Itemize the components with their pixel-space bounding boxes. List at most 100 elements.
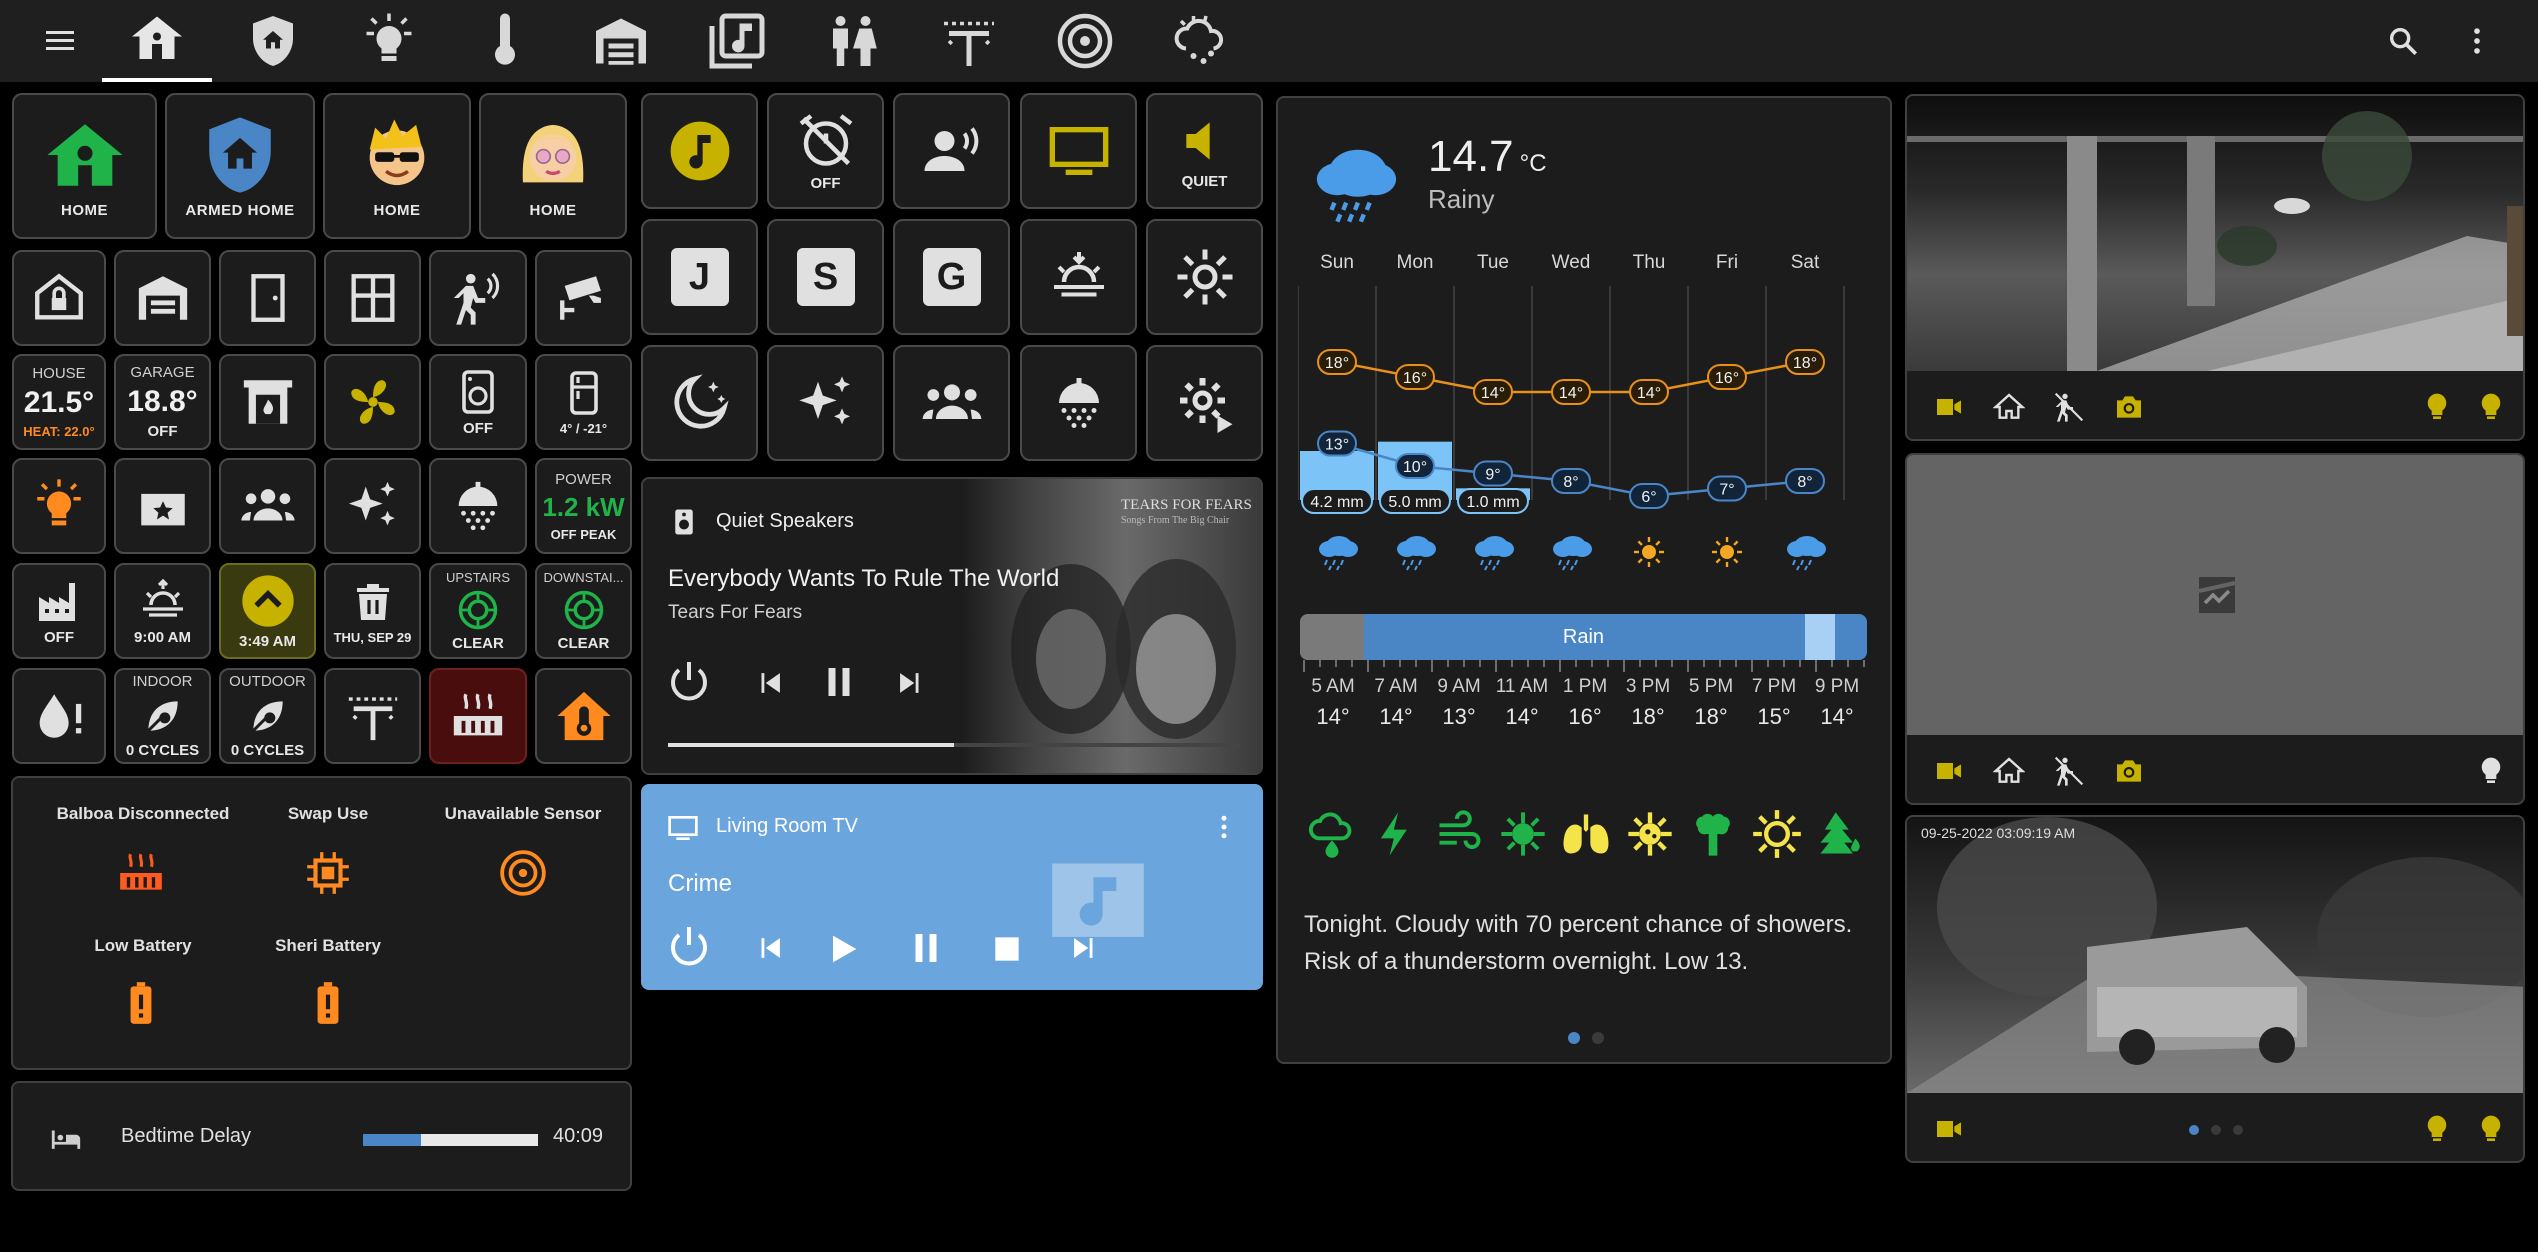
sparkle-scene-button[interactable] xyxy=(324,458,421,554)
tab-speakers[interactable] xyxy=(1030,0,1140,82)
brightness-button[interactable] xyxy=(1146,219,1263,335)
tab-people[interactable] xyxy=(798,0,908,82)
letter-j-button[interactable]: J xyxy=(641,219,758,335)
power-icon[interactable] xyxy=(665,658,713,706)
family-button[interactable] xyxy=(893,345,1010,461)
tv-button[interactable] xyxy=(1020,93,1137,209)
play-icon[interactable] xyxy=(823,929,863,969)
power-icon[interactable] xyxy=(665,923,713,971)
hot-tub-icon[interactable] xyxy=(116,848,166,898)
bedtime-progress-bar[interactable] xyxy=(363,1134,538,1146)
fireplace-button[interactable] xyxy=(219,354,316,450)
music-button[interactable] xyxy=(641,93,758,209)
indoor-irrigation-tile[interactable]: INDOOR 0 CYCLES xyxy=(114,668,211,764)
battery-alert-icon[interactable] xyxy=(116,978,166,1028)
camera-feed-driveway[interactable]: 09-25-2022 03:09:19 AM xyxy=(1907,817,2523,1093)
house-thermostat-tile[interactable]: HOUSE 21.5° HEAT: 22.0° xyxy=(12,354,106,450)
more-vert-icon[interactable] xyxy=(2452,16,2502,66)
window-button[interactable] xyxy=(324,250,421,346)
group-scene-button[interactable] xyxy=(219,458,316,554)
lightbulb-icon[interactable] xyxy=(2475,755,2507,787)
sparkle-button[interactable] xyxy=(767,345,884,461)
menu-icon[interactable] xyxy=(34,22,86,60)
letter-s-button[interactable]: S xyxy=(767,219,884,335)
camera-icon[interactable] xyxy=(2113,755,2145,787)
motion-sensor-button[interactable] xyxy=(429,250,527,346)
skip-previous-icon[interactable] xyxy=(753,931,787,965)
speaker-progress-bar[interactable] xyxy=(668,743,1240,747)
quiet-mode-tile[interactable]: QUIET xyxy=(1146,93,1263,209)
pause-icon[interactable] xyxy=(905,927,947,969)
person-tile-home[interactable]: HOME xyxy=(12,93,157,239)
voice-button[interactable] xyxy=(893,93,1010,209)
skip-next-icon[interactable] xyxy=(893,666,927,700)
page-dot-active[interactable] xyxy=(2189,1125,2199,1135)
lightbulb-icon[interactable] xyxy=(2475,391,2507,423)
door-button[interactable] xyxy=(219,250,316,346)
antenna-button[interactable] xyxy=(324,668,421,764)
upstairs-air-tile[interactable]: UPSTAIRS CLEAR xyxy=(429,563,527,659)
video-icon[interactable] xyxy=(1933,1113,1965,1145)
water-alert-button[interactable] xyxy=(12,668,106,764)
letter-g-button[interactable]: G xyxy=(893,219,1010,335)
alarm-off-tile[interactable]: OFF xyxy=(767,93,884,209)
tab-weather[interactable] xyxy=(1146,0,1256,82)
settings-play-button[interactable] xyxy=(1146,345,1263,461)
search-icon[interactable] xyxy=(2378,16,2428,66)
page-dot[interactable] xyxy=(2211,1125,2221,1135)
tab-media[interactable] xyxy=(682,0,792,82)
cctv-button[interactable] xyxy=(535,250,632,346)
shower-scene-button[interactable] xyxy=(1020,345,1137,461)
page-dot[interactable] xyxy=(2233,1125,2243,1135)
sunset-button[interactable] xyxy=(1020,219,1137,335)
fridge-tile[interactable]: 4° / -21° xyxy=(535,354,632,450)
factory-tile[interactable]: OFF xyxy=(12,563,106,659)
speaker-icon[interactable] xyxy=(498,848,548,898)
lightbulb-icon[interactable] xyxy=(2421,1113,2453,1145)
alarm-clock-tile[interactable]: 3:49 AM xyxy=(219,563,316,659)
camera-feed-unavailable[interactable] xyxy=(1907,455,2523,735)
movie-scene-button[interactable] xyxy=(114,458,211,554)
tab-garage[interactable] xyxy=(566,0,676,82)
home-outline-icon[interactable] xyxy=(1993,391,2025,423)
person-tile-1[interactable]: HOME xyxy=(323,93,471,239)
skip-previous-icon[interactable] xyxy=(753,666,787,700)
outdoor-irrigation-tile[interactable]: OUTDOOR 0 CYCLES xyxy=(219,668,316,764)
home-lock-button[interactable] xyxy=(12,250,106,346)
power-tile[interactable]: POWER 1.2 kW OFF PEAK xyxy=(535,458,632,554)
trash-tile[interactable]: THU, SEP 29 xyxy=(324,563,421,659)
hot-tub-button[interactable] xyxy=(429,668,527,764)
video-icon[interactable] xyxy=(1933,391,1965,423)
tab-lights[interactable] xyxy=(334,0,444,82)
stop-icon[interactable] xyxy=(987,929,1027,969)
page-dot-active[interactable] xyxy=(1568,1032,1580,1044)
page-dot[interactable] xyxy=(1592,1032,1604,1044)
camera-feed-porch[interactable] xyxy=(1907,96,2523,371)
downstairs-air-tile[interactable]: DOWNSTAI... CLEAR xyxy=(535,563,632,659)
camera-icon[interactable] xyxy=(2113,391,2145,423)
tab-climate[interactable] xyxy=(450,0,560,82)
chip-icon[interactable] xyxy=(303,848,353,898)
person-tile-2[interactable]: HOME xyxy=(479,93,627,239)
alarm-tile-armed-home[interactable]: ARMED HOME xyxy=(165,93,315,239)
skip-next-icon[interactable] xyxy=(1067,931,1101,965)
shower-button[interactable] xyxy=(429,458,527,554)
tab-home[interactable] xyxy=(102,0,212,82)
home-outline-icon[interactable] xyxy=(1993,755,2025,787)
tab-security[interactable] xyxy=(218,0,328,82)
motion-sensor-off-icon[interactable] xyxy=(2053,755,2085,787)
night-scene-button[interactable] xyxy=(641,345,758,461)
lightbulb-icon[interactable] xyxy=(2421,391,2453,423)
precipitation-timeline[interactable]: Rain xyxy=(1300,614,1867,660)
lightbulb-icon[interactable] xyxy=(2475,1113,2507,1145)
tab-network[interactable] xyxy=(914,0,1024,82)
washer-tile[interactable]: OFF xyxy=(429,354,527,450)
light-button[interactable] xyxy=(12,458,106,554)
pause-icon[interactable] xyxy=(818,661,860,703)
more-vert-icon[interactable] xyxy=(1209,812,1239,842)
garage-thermostat-tile[interactable]: GARAGE 18.8° OFF xyxy=(114,354,211,450)
fan-button[interactable] xyxy=(324,354,421,450)
motion-sensor-off-icon[interactable] xyxy=(2053,391,2085,423)
garage-button[interactable] xyxy=(114,250,211,346)
battery-alert-icon[interactable] xyxy=(303,978,353,1028)
